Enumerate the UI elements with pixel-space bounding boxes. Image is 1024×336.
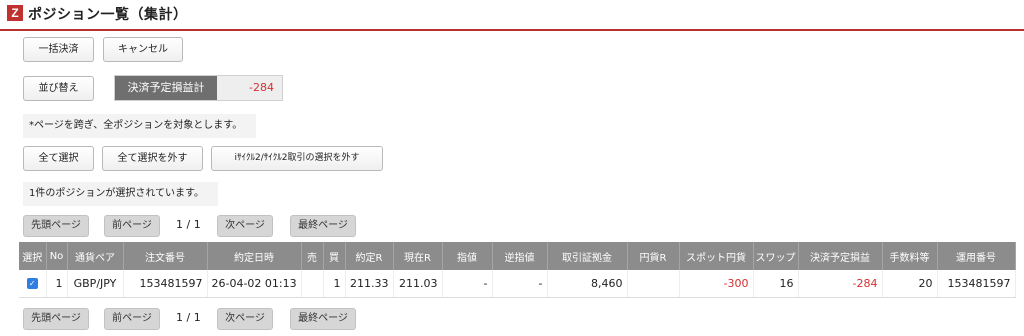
deselect-icycle-button[interactable]: iｻｲｸﾙ2/ｻｲｸﾙ2取引の選択を外す xyxy=(211,146,383,171)
last-page-button[interactable]: 最終ページ xyxy=(290,215,356,237)
col-header-exec-time: 約定日時 xyxy=(207,242,302,270)
first-page-button[interactable]: 先頭ページ xyxy=(23,215,89,237)
col-header-current-rate: 現在R xyxy=(393,242,443,270)
col-header-no: No xyxy=(46,242,68,270)
checkbox-checked-icon[interactable]: ✓ xyxy=(26,278,38,290)
cell-no: 1 xyxy=(46,270,68,298)
cell-settle-pl: -284 xyxy=(798,270,883,298)
cell-exec-time: 26-04-02 01:13 xyxy=(207,270,302,298)
first-page-button-bottom[interactable]: 先頭ページ xyxy=(23,308,89,330)
pl-summary-box: 決済予定損益計 -284 xyxy=(114,75,283,101)
col-header-limit: 指値 xyxy=(442,242,493,270)
col-header-sell: 売 xyxy=(301,242,324,270)
cell-current-rate: 211.03 xyxy=(393,270,443,298)
pl-summary-value: -284 xyxy=(249,81,274,94)
col-header-buy: 買 xyxy=(323,242,346,270)
cell-limit: - xyxy=(442,270,493,298)
cell-fee: 20 xyxy=(882,270,938,298)
col-header-spot-jpy: スポット円貨 xyxy=(679,242,754,270)
cross-page-note: *ページを跨ぎ、全ポジションを対象とします。 xyxy=(23,114,256,138)
cell-margin: 8,460 xyxy=(547,270,628,298)
prev-page-button[interactable]: 前ページ xyxy=(104,215,160,237)
cell-mgmt-no: 153481597 xyxy=(937,270,1016,298)
col-header-select: 選択 xyxy=(19,242,47,270)
deselect-all-button[interactable]: 全て選択を外す xyxy=(102,146,203,171)
positions-table: 選択 No 通貨ペア 注文番号 約定日時 売 買 約定R 現在R 指値 逆指値 … xyxy=(19,242,1016,298)
pl-summary-label: 決済予定損益計 xyxy=(115,76,217,100)
sort-button[interactable]: 並び替え xyxy=(23,76,94,101)
col-header-swap: スワップ xyxy=(753,242,799,270)
cell-exec-rate: 211.33 xyxy=(345,270,394,298)
brand-logo-icon: Z xyxy=(7,5,23,21)
selected-count-note: 1件のポジションが選択されています。 xyxy=(23,182,218,206)
cell-sell xyxy=(301,270,324,298)
last-page-button-bottom[interactable]: 最終ページ xyxy=(290,308,356,330)
table-row[interactable]: ✓ 1 GBP/JPY 153481597 26-04-02 01:13 1 2… xyxy=(19,270,1016,298)
col-header-pair: 通貨ペア xyxy=(67,242,124,270)
prev-page-button-bottom[interactable]: 前ページ xyxy=(104,308,160,330)
col-header-fee: 手数料等 xyxy=(882,242,938,270)
col-header-mgmt-no: 運用番号 xyxy=(937,242,1016,270)
page-info-bottom: 1 / 1 xyxy=(176,311,201,324)
cell-buy: 1 xyxy=(323,270,346,298)
bulk-settle-button[interactable]: 一括決済 xyxy=(23,37,94,62)
page-title: ポジション一覧（集計） xyxy=(28,7,188,23)
next-page-button[interactable]: 次ページ xyxy=(217,215,273,237)
cell-jpy-rate xyxy=(627,270,680,298)
col-header-order-no: 注文番号 xyxy=(123,242,208,270)
cell-stop: - xyxy=(492,270,548,298)
col-header-margin: 取引証拠金 xyxy=(547,242,628,270)
cell-spot-jpy: -300 xyxy=(679,270,754,298)
page-header: Z ポジション一覧（集計） xyxy=(0,0,1024,31)
select-all-button[interactable]: 全て選択 xyxy=(23,146,94,171)
cell-order-no: 153481597 xyxy=(123,270,208,298)
next-page-button-bottom[interactable]: 次ページ xyxy=(217,308,273,330)
row-select-cell[interactable]: ✓ xyxy=(19,270,47,298)
cell-swap: 16 xyxy=(753,270,799,298)
col-header-stop: 逆指値 xyxy=(492,242,548,270)
col-header-settle-pl: 決済予定損益 xyxy=(798,242,883,270)
cell-pair: GBP/JPY xyxy=(67,270,124,298)
col-header-jpy-rate: 円貨R xyxy=(627,242,680,270)
cancel-button[interactable]: キャンセル xyxy=(103,37,183,62)
col-header-exec-rate: 約定R xyxy=(345,242,394,270)
page-info: 1 / 1 xyxy=(176,218,201,231)
table-header-row: 選択 No 通貨ペア 注文番号 約定日時 売 買 約定R 現在R 指値 逆指値 … xyxy=(19,242,1016,270)
